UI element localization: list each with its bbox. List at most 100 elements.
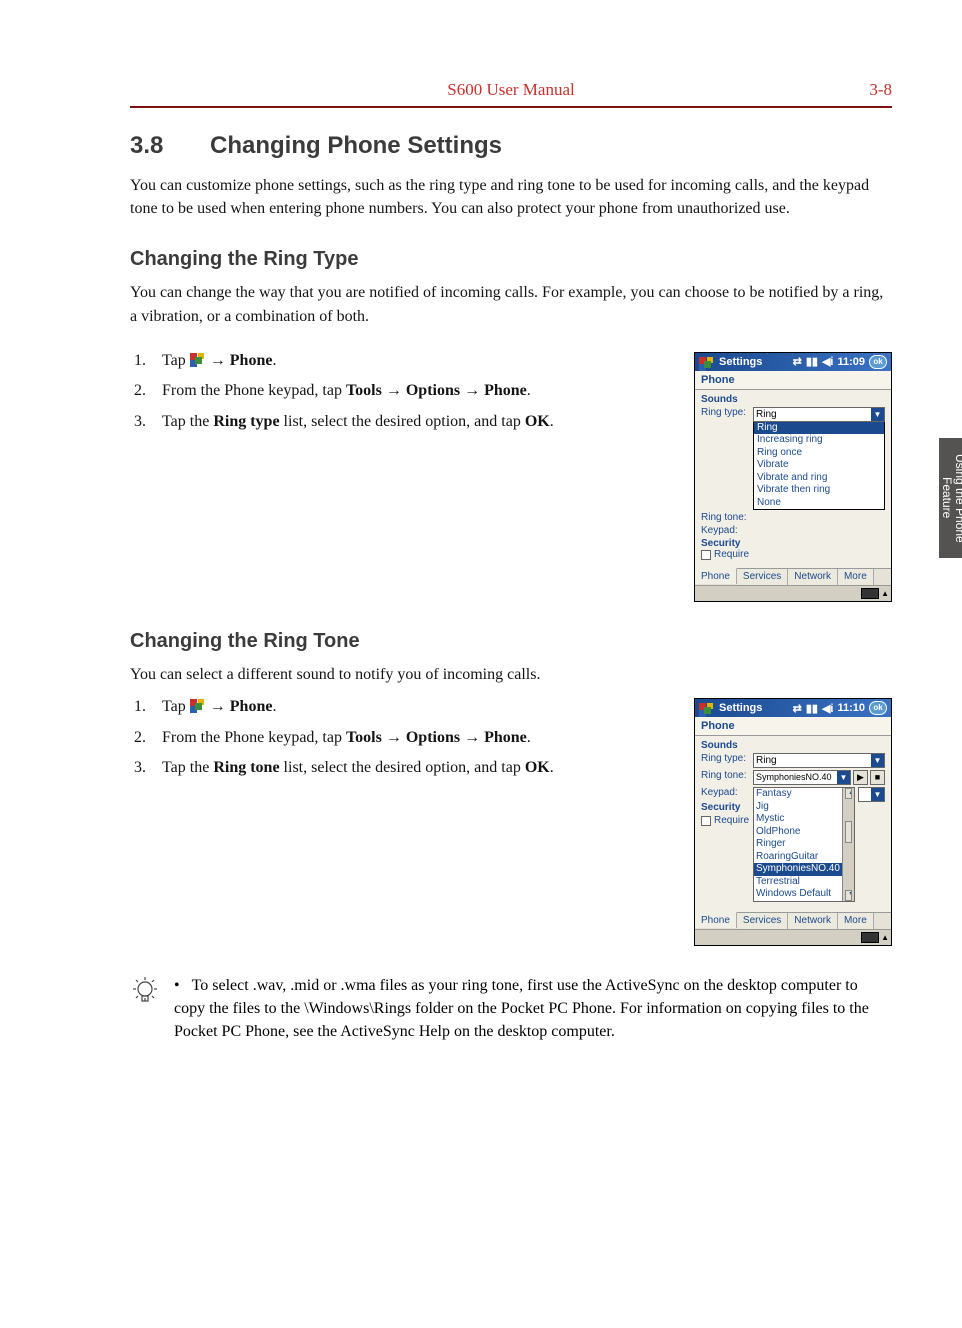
tone-option[interactable]: OldPhone	[754, 826, 854, 839]
start-icon[interactable]	[699, 357, 715, 371]
signal-icon: ▮▮	[806, 355, 818, 368]
connectivity-icon: ⇄	[793, 355, 802, 368]
tab-services[interactable]: Services	[737, 913, 788, 929]
section-intro: You can customize phone settings, such a…	[130, 174, 892, 220]
tab-phone[interactable]: Phone	[695, 568, 737, 584]
tip-text: •To select .wav, .mid or .wma files as y…	[174, 974, 892, 1044]
ring-type-dropdown[interactable]: Ring Increasing ring Ring once Vibrate V…	[753, 422, 885, 511]
dropdown-option[interactable]: Vibrate	[754, 459, 884, 472]
keyboard-icon[interactable]	[861, 588, 879, 599]
ok-button[interactable]: ok	[869, 355, 887, 369]
window-title: Settings	[719, 356, 762, 368]
ring-type-screenshot: Settings ⇄ ▮▮ ◀ἰ 11:09 ok Phone Sounds R…	[694, 352, 892, 603]
tab-more[interactable]: More	[838, 569, 874, 585]
scrollbar[interactable]: ▲ ▼	[842, 788, 854, 901]
keypad-label: Keypad:	[701, 525, 753, 536]
ring-type-label: Ring type:	[701, 407, 753, 418]
keypad-select[interactable]: ▼	[858, 787, 885, 802]
scroll-thumb[interactable]	[845, 821, 852, 843]
dropdown-option[interactable]: Ring	[754, 422, 884, 435]
clock-text: 11:09	[837, 356, 865, 368]
connectivity-icon: ⇄	[793, 702, 802, 715]
keyboard-icon[interactable]	[861, 932, 879, 943]
dropdown-option[interactable]: Vibrate then ring	[754, 484, 884, 497]
ring-type-steps: Tap → Phone. From the Phone keypad, tap …	[130, 350, 590, 433]
lightbulb-icon	[130, 974, 160, 1044]
scroll-down-icon[interactable]: ▼	[845, 890, 852, 901]
step-1: Tap → Phone.	[150, 350, 590, 372]
step-1: Tap → Phone.	[150, 696, 590, 718]
ring-type-heading: Changing the Ring Type	[130, 248, 892, 271]
scroll-up-icon[interactable]: ▲	[845, 788, 852, 799]
ring-type-label: Ring type:	[701, 753, 753, 764]
tab-phone[interactable]: Phone	[695, 912, 737, 928]
volume-icon: ◀ἰ	[822, 702, 834, 715]
dropdown-option[interactable]: Ring once	[754, 447, 884, 460]
dropdown-option[interactable]: None	[754, 497, 884, 510]
start-icon	[190, 353, 206, 367]
settings-tabs: Phone Services Network More	[695, 568, 891, 585]
ring-tone-label: Ring tone:	[701, 512, 753, 523]
sounds-group-label: Sounds	[701, 394, 885, 405]
step-3: Tap the Ring type list, select the desir…	[150, 411, 590, 433]
require-row: Require	[701, 549, 885, 560]
tone-option[interactable]: Ringer	[754, 838, 854, 851]
ring-type-select[interactable]: Ring ▼	[753, 407, 885, 422]
chapter-thumb-tab: Using the Phone Feature	[939, 438, 962, 558]
tab-more[interactable]: More	[838, 913, 874, 929]
tone-option[interactable]: Windows Default	[754, 888, 854, 901]
require-row: Require	[701, 815, 753, 826]
dropdown-arrow-icon[interactable]: ▼	[871, 788, 884, 801]
ring-type-select[interactable]: Ring ▼	[753, 753, 885, 768]
input-arrow-icon[interactable]: ▲	[881, 933, 889, 942]
require-checkbox[interactable]	[701, 816, 711, 826]
signal-icon: ▮▮	[806, 702, 818, 715]
tone-option[interactable]: Jig	[754, 801, 854, 814]
tone-option[interactable]: Mystic	[754, 813, 854, 826]
tab-network[interactable]: Network	[788, 913, 838, 929]
phone-label: Phone	[695, 371, 891, 390]
phone-label: Phone	[695, 717, 891, 736]
play-button[interactable]: ▶	[853, 770, 868, 785]
ring-tone-label: Ring tone:	[701, 770, 753, 781]
section-heading: 3.8Changing Phone Settings	[130, 132, 892, 160]
bullet-icon: •	[174, 977, 180, 994]
window-title: Settings	[719, 702, 762, 714]
keypad-label: Keypad:	[701, 787, 753, 798]
require-label: Require	[714, 815, 749, 826]
ring-tone-select[interactable]: SymphoniesNO.40 ▼	[753, 770, 851, 785]
ring-tone-steps: Tap → Phone. From the Phone keypad, tap …	[130, 696, 590, 779]
ok-button[interactable]: ok	[869, 701, 887, 715]
ring-tone-listbox[interactable]: Fantasy Jig Mystic OldPhone Ringer Roari…	[753, 787, 855, 902]
start-icon	[190, 699, 206, 713]
dropdown-arrow-icon[interactable]: ▼	[871, 408, 884, 421]
input-arrow-icon[interactable]: ▲	[881, 589, 889, 598]
input-panel-bar: ▲	[695, 585, 891, 601]
security-group-label: Security	[701, 538, 885, 549]
dropdown-arrow-icon[interactable]: ▼	[871, 754, 884, 767]
step-3: Tap the Ring tone list, select the desir…	[150, 757, 590, 779]
require-checkbox[interactable]	[701, 550, 711, 560]
tone-option[interactable]: Terrestrial	[754, 876, 854, 889]
tone-option[interactable]: Fantasy	[754, 788, 854, 801]
step-2: From the Phone keypad, tap Tools → Optio…	[150, 380, 590, 402]
tab-services[interactable]: Services	[737, 569, 788, 585]
tab-network[interactable]: Network	[788, 569, 838, 585]
window-titlebar: Settings ⇄ ▮▮ ◀ἰ 11:09 ok	[695, 353, 891, 371]
page-number: 3-8	[832, 80, 892, 100]
volume-icon: ◀ἰ	[822, 355, 834, 368]
start-icon[interactable]	[699, 703, 715, 717]
tone-option[interactable]: SymphoniesNO.40	[754, 863, 854, 876]
security-group-label: Security	[701, 802, 753, 813]
dropdown-option[interactable]: Increasing ring	[754, 434, 884, 447]
section-title: Changing Phone Settings	[210, 132, 502, 159]
dropdown-option[interactable]: Vibrate and ring	[754, 472, 884, 485]
dropdown-arrow-icon[interactable]: ▼	[837, 771, 850, 784]
clock-text: 11:10	[837, 702, 865, 714]
ring-tone-intro: You can select a different sound to noti…	[130, 663, 892, 686]
stop-button[interactable]: ■	[870, 770, 885, 785]
sounds-group-label: Sounds	[701, 740, 885, 751]
step-2: From the Phone keypad, tap Tools → Optio…	[150, 727, 590, 749]
tone-option[interactable]: RoaringGuitar	[754, 851, 854, 864]
input-panel-bar: ▲	[695, 929, 891, 945]
